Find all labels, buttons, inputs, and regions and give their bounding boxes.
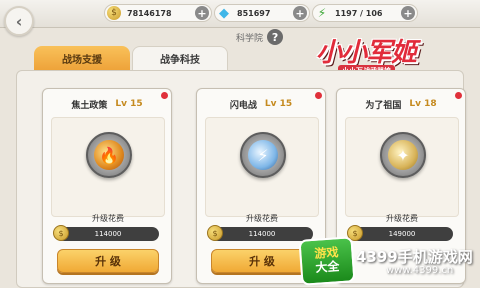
watermark-url: www.4399.cn: [386, 265, 454, 276]
energy-counter: ⚡ 1197 / 106 +: [312, 4, 418, 22]
upgrade-button[interactable]: 升 级: [57, 249, 159, 273]
watermark-badge: 游戏 大全: [298, 236, 356, 286]
upgrade-button[interactable]: 升 级: [211, 249, 313, 273]
cost-label: 升级花费: [386, 214, 418, 223]
logo-title: 小小军姬: [316, 38, 417, 68]
page-subtitle: 科学院 ?: [236, 28, 284, 46]
gold-counter: $ 78146178 +: [104, 4, 212, 22]
skill-level: Lv 18: [409, 99, 437, 109]
energy-lightning-icon: ⚡: [317, 6, 327, 20]
gold-coin-icon: $: [207, 225, 223, 241]
blitzkrieg-icon: ⚡: [248, 140, 278, 170]
diamond-counter: ◆ 851697 +: [214, 4, 310, 22]
tab-battlefield-support[interactable]: 战场支援: [34, 46, 130, 70]
emblem-frame: 🔥: [86, 132, 132, 178]
tab-war-tech[interactable]: 战争科技: [132, 46, 228, 70]
cost-value: 149000: [351, 227, 453, 241]
add-gold-button[interactable]: +: [195, 6, 209, 20]
emblem-frame: ✦: [380, 132, 426, 178]
for-motherland-icon: ✦: [388, 140, 418, 170]
diamond-value: 851697: [237, 8, 271, 18]
watermark-site: 4399手机游戏网: [356, 248, 473, 266]
skill-emblem-area: ⚡: [205, 117, 319, 217]
gold-coin-icon: $: [53, 225, 69, 241]
academy-label: 科学院: [236, 33, 264, 44]
back-arrow-icon: ‹: [15, 11, 23, 31]
skill-level: Lv 15: [264, 99, 293, 109]
emblem-frame: ⚡: [240, 132, 286, 178]
skill-level: Lv 15: [115, 99, 143, 109]
gold-value: 78146178: [127, 8, 172, 18]
cost-label: 升级花费: [92, 214, 124, 223]
skill-emblem-area: 🔥: [51, 117, 165, 217]
cost-label: 升级花费: [246, 214, 278, 223]
diamond-icon: ◆: [219, 5, 229, 21]
skill-name: 为了祖国: [365, 100, 402, 111]
cost-value: 114000: [57, 227, 159, 241]
question-icon[interactable]: ?: [267, 29, 284, 45]
watermark-badge-bottom: 大全: [314, 259, 340, 275]
add-diamond-button[interactable]: +: [293, 6, 307, 20]
gold-coin-icon: $: [107, 6, 121, 20]
back-button[interactable]: ‹: [4, 6, 34, 36]
cost-value: 114000: [211, 227, 313, 241]
skill-card-scorched-earth[interactable]: 焦土政策 Lv 15 🔥 升级花费 114000 $ 升 级: [42, 88, 172, 284]
skill-name: 焦土政策: [71, 100, 108, 111]
scorched-earth-icon: 🔥: [94, 140, 124, 170]
energy-value: 1197 / 106: [335, 8, 383, 18]
skill-emblem-area: ✦: [345, 117, 459, 217]
skill-name: 闪电战: [229, 100, 257, 111]
add-energy-button[interactable]: +: [401, 6, 415, 20]
